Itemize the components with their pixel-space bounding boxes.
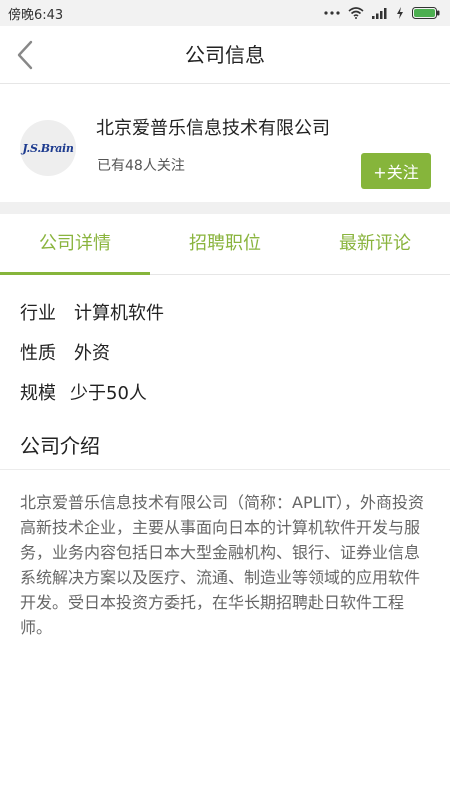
page-title: 公司信息 xyxy=(185,43,265,67)
follower-count: 已有48人关注 xyxy=(97,158,185,174)
detail-label: 行业 xyxy=(20,303,56,324)
detail-value: 计算机软件 xyxy=(74,303,164,324)
company-logo-text: J.S.Brain xyxy=(22,141,74,155)
follow-button[interactable]: +关注 xyxy=(361,153,431,189)
more-dots-icon xyxy=(324,11,340,15)
detail-row-scale: 规模 少于50人 xyxy=(0,372,450,412)
tab-job-openings[interactable]: 招聘职位 xyxy=(150,214,300,274)
tab-company-details[interactable]: 公司详情 xyxy=(0,214,150,275)
detail-row-nature: 性质 外资 xyxy=(0,332,450,372)
battery-icon xyxy=(412,7,440,19)
detail-label: 性质 xyxy=(20,343,56,364)
charging-icon xyxy=(397,7,403,19)
nav-bar: 公司信息 xyxy=(0,26,450,84)
detail-label: 规模 xyxy=(20,383,56,404)
intro-text: 北京爱普乐信息技术有限公司（简称：APLIT），外商投资高新技术企业，主要从事面… xyxy=(20,493,425,637)
section-separator xyxy=(0,202,450,214)
status-icons xyxy=(324,7,440,19)
company-logo: J.S.Brain xyxy=(20,120,76,176)
signal-icon xyxy=(372,8,387,19)
company-details-list: 行业 计算机软件 性质 外资 规模 少于50人 xyxy=(0,292,450,412)
detail-value: 少于50人 xyxy=(70,383,147,404)
company-name: 北京爱普乐信息技术有限公司 xyxy=(96,118,330,139)
detail-row-industry: 行业 计算机软件 xyxy=(0,292,450,332)
wifi-icon xyxy=(348,7,364,19)
divider xyxy=(0,469,450,470)
status-time: 傍晚6:43 xyxy=(8,7,64,23)
tab-bar: 公司详情 招聘职位 最新评论 xyxy=(0,214,450,275)
tab-latest-reviews[interactable]: 最新评论 xyxy=(300,214,450,274)
status-bar: 傍晚6:43 xyxy=(0,0,450,26)
company-header: J.S.Brain 北京爱普乐信息技术有限公司 已有48人关注 +关注 xyxy=(0,84,450,202)
intro-title: 公司介绍 xyxy=(20,434,100,458)
detail-value: 外资 xyxy=(74,343,110,364)
